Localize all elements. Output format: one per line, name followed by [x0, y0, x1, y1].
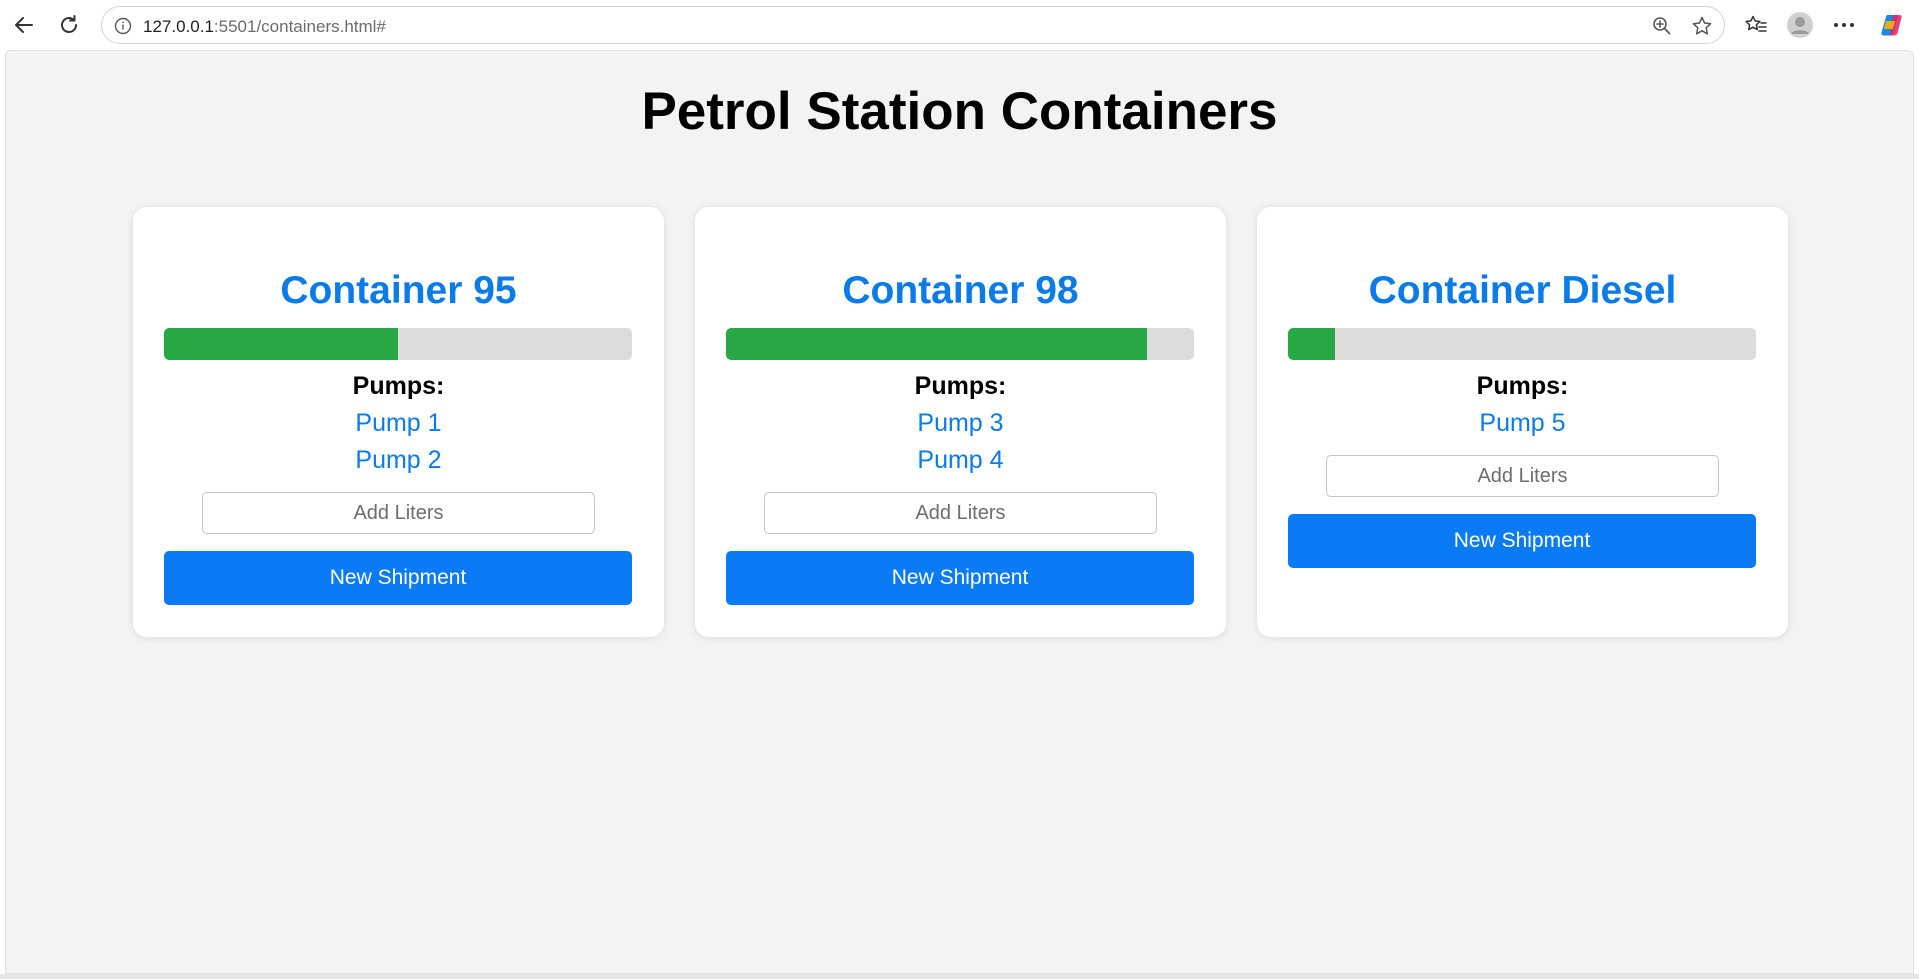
- container-card-diesel: Container Diesel Pumps: Pump 5 New Shipm…: [1257, 207, 1788, 637]
- back-arrow-icon: [15, 17, 33, 33]
- url-text[interactable]: 127.0.0.1:5501/containers.html#: [143, 17, 386, 37]
- pump-link-2[interactable]: Pump 2: [133, 446, 664, 475]
- url-path: :5501/containers.html#: [213, 17, 386, 36]
- window-bottom-edge: [0, 974, 1919, 979]
- fuel-level-fill: [726, 328, 1148, 360]
- copilot-button[interactable]: [1876, 9, 1908, 41]
- zoom-icon[interactable]: [1650, 14, 1674, 38]
- back-button[interactable]: [8, 9, 40, 41]
- more-dots-icon: [1834, 23, 1854, 27]
- favorites-button[interactable]: [1740, 9, 1772, 41]
- site-info-icon[interactable]: [111, 14, 135, 38]
- fuel-level-bar: [726, 328, 1194, 360]
- pump-link-5[interactable]: Pump 5: [1257, 409, 1788, 438]
- more-menu-button[interactable]: [1828, 9, 1860, 41]
- pumps-label: Pumps:: [352, 372, 445, 400]
- container-card-98: Container 98 Pumps: Pump 3 Pump 4 New Sh…: [695, 207, 1226, 637]
- avatar-icon: [1787, 12, 1813, 38]
- profile-button[interactable]: [1784, 9, 1816, 41]
- container-title: Container 95: [280, 269, 517, 312]
- container-title: Container 98: [842, 269, 1079, 312]
- add-liters-input[interactable]: [764, 492, 1157, 534]
- pump-link-4[interactable]: Pump 4: [695, 446, 1226, 475]
- copilot-icon: [1881, 15, 1902, 36]
- fuel-level-fill: [164, 328, 398, 360]
- pump-link-3[interactable]: Pump 3: [695, 409, 1226, 438]
- fuel-level-bar: [1288, 328, 1756, 360]
- container-title: Container Diesel: [1368, 269, 1677, 312]
- page-viewport: Petrol Station Containers Container 95 P…: [5, 50, 1914, 974]
- container-card-95: Container 95 Pumps: Pump 1 Pump 2 New Sh…: [133, 207, 664, 637]
- pump-link-1[interactable]: Pump 1: [133, 409, 664, 438]
- pumps-label: Pumps:: [1476, 372, 1569, 400]
- address-bar[interactable]: 127.0.0.1:5501/containers.html#: [101, 6, 1725, 44]
- browser-toolbar: 127.0.0.1:5501/containers.html#: [0, 0, 1919, 50]
- favorites-list-icon: [1745, 15, 1767, 32]
- pumps-label: Pumps:: [914, 372, 1007, 400]
- url-host: 127.0.0.1: [143, 17, 214, 36]
- refresh-button[interactable]: [53, 9, 85, 41]
- fuel-level-fill: [1288, 328, 1335, 360]
- new-shipment-button[interactable]: New Shipment: [164, 551, 632, 605]
- add-liters-input[interactable]: [202, 492, 595, 534]
- page-title: Petrol Station Containers: [641, 82, 1278, 141]
- favorite-star-icon[interactable]: [1690, 14, 1714, 38]
- new-shipment-button[interactable]: New Shipment: [1288, 514, 1756, 568]
- new-shipment-button[interactable]: New Shipment: [726, 551, 1194, 605]
- fuel-level-bar: [164, 328, 632, 360]
- refresh-icon: [61, 15, 77, 33]
- add-liters-input[interactable]: [1326, 455, 1719, 497]
